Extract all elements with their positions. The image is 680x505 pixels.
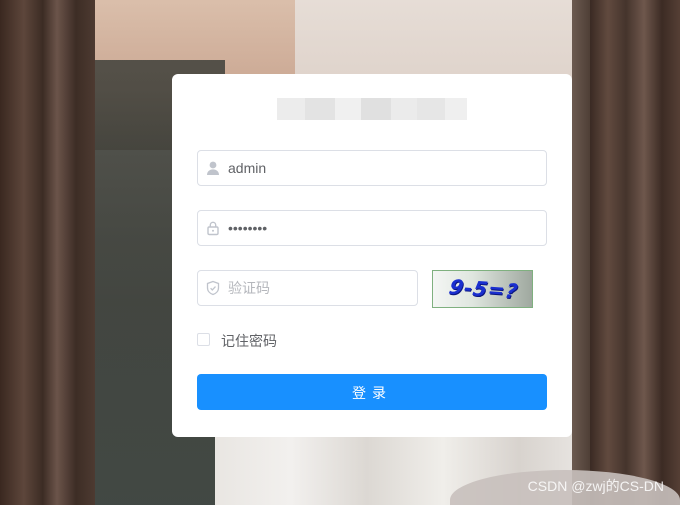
captcha-image[interactable]: 9-5=? xyxy=(432,270,533,308)
password-field xyxy=(197,210,547,246)
watermark-text: CSDN @zwj的CS-DN xyxy=(527,478,664,494)
login-card: 9-5=? 记住密码 登录 xyxy=(172,74,572,437)
login-button[interactable]: 登录 xyxy=(197,374,547,410)
captcha-field xyxy=(197,270,418,306)
password-input[interactable] xyxy=(228,211,528,245)
username-field xyxy=(197,150,547,186)
username-input[interactable] xyxy=(228,151,528,185)
login-title-obscured xyxy=(277,98,467,120)
lock-icon xyxy=(205,220,221,236)
captcha-image-text: 9-5=? xyxy=(446,274,521,304)
remember-password-label: 记住密码 xyxy=(221,333,277,349)
captcha-input[interactable] xyxy=(228,271,408,305)
checkbox-box[interactable] xyxy=(197,333,210,346)
shield-icon xyxy=(205,280,221,296)
user-icon xyxy=(205,160,221,176)
